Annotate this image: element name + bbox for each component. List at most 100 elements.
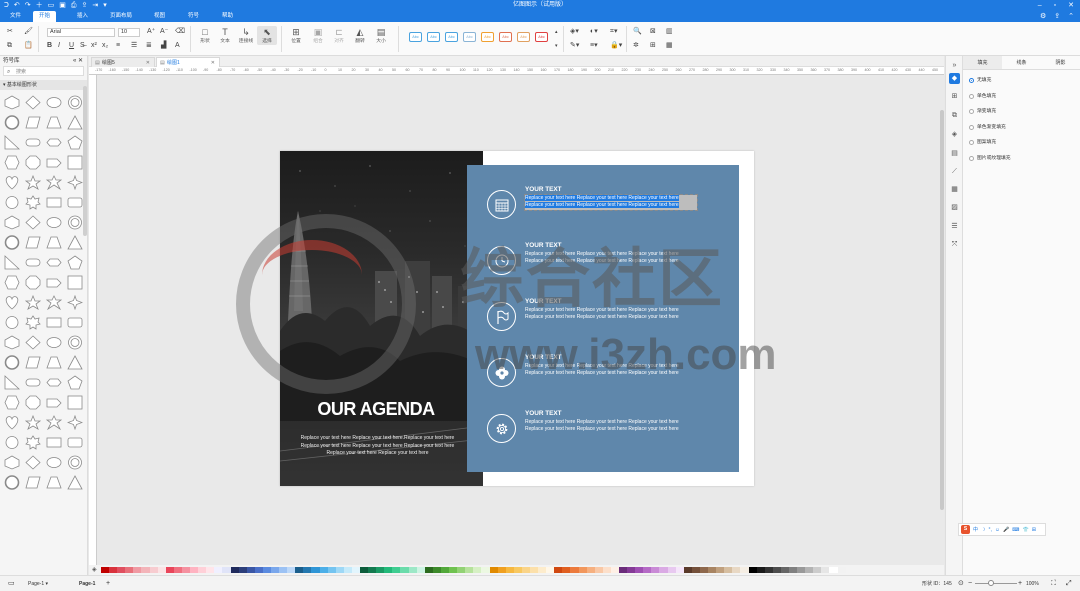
color-swatch[interactable] bbox=[238, 567, 247, 573]
color-swatch[interactable] bbox=[457, 567, 466, 573]
color-swatch[interactable] bbox=[173, 567, 182, 573]
fill-color-icon[interactable]: ◈▾ bbox=[570, 28, 579, 36]
subscript-icon[interactable]: x₂ bbox=[102, 42, 108, 50]
category-basic-shapes[interactable]: ▾ 基本绘图形状 bbox=[0, 80, 87, 90]
fill-option-solid[interactable]: 单色填充 bbox=[963, 89, 1080, 105]
color-swatch[interactable] bbox=[214, 567, 223, 573]
color-swatch[interactable] bbox=[748, 567, 757, 573]
color-swatch[interactable] bbox=[270, 567, 280, 573]
agenda-title[interactable]: OUR AGENDA bbox=[280, 399, 472, 420]
line-weight-icon[interactable]: ≡▾ bbox=[590, 42, 598, 50]
color-swatch[interactable] bbox=[732, 567, 741, 573]
line-color-icon[interactable]: ✎▾ bbox=[570, 42, 579, 50]
fill-icon[interactable]: ◆ bbox=[949, 73, 960, 84]
shape-style-icon[interactable]: ◐▾ bbox=[590, 28, 598, 36]
settings-icon[interactable]: ⚙ bbox=[1040, 11, 1046, 22]
library-shape[interactable] bbox=[64, 94, 85, 111]
radio-icon[interactable] bbox=[969, 93, 974, 99]
library-shape[interactable] bbox=[43, 314, 64, 331]
maximize-icon[interactable]: ▫ bbox=[1054, 0, 1056, 11]
page-view-icon[interactable]: ▭ bbox=[8, 576, 15, 591]
menu-symbols[interactable]: 符号 bbox=[182, 11, 205, 22]
color-swatch[interactable] bbox=[222, 567, 231, 573]
style-box-6[interactable]: Abc bbox=[499, 32, 512, 42]
library-shape[interactable] bbox=[1, 274, 22, 291]
fullscreen-icon[interactable]: ⤧ bbox=[949, 239, 960, 250]
page-tab[interactable]: Page-1 bbox=[79, 576, 95, 591]
page-selector[interactable]: Page-1 ▾ bbox=[28, 576, 48, 591]
grid-icon[interactable]: ⊞ bbox=[949, 91, 960, 102]
size-button[interactable]: ▤ 大小 bbox=[371, 26, 391, 45]
strikethrough-icon[interactable]: S̶ bbox=[80, 42, 85, 50]
format-painter-icon[interactable]: 🖌 bbox=[24, 28, 33, 36]
canvas-vertical-scrollbar[interactable] bbox=[940, 110, 944, 510]
radio-icon[interactable] bbox=[969, 109, 974, 114]
library-shape[interactable] bbox=[1, 214, 22, 231]
color-swatch[interactable] bbox=[708, 567, 717, 573]
library-shape[interactable] bbox=[43, 274, 64, 291]
crop-icon[interactable]: ⌗▾ bbox=[610, 28, 617, 36]
library-shape[interactable] bbox=[1, 414, 22, 431]
library-shape[interactable] bbox=[43, 254, 64, 271]
library-shape[interactable] bbox=[64, 294, 85, 311]
font-color-icon[interactable]: A bbox=[175, 42, 180, 50]
color-swatch[interactable] bbox=[497, 567, 506, 573]
library-shape[interactable] bbox=[22, 214, 43, 231]
color-swatch[interactable] bbox=[311, 567, 320, 573]
color-swatch[interactable] bbox=[659, 567, 668, 573]
color-swatch[interactable] bbox=[756, 567, 765, 573]
radio-icon[interactable] bbox=[969, 155, 974, 161]
color-swatch[interactable] bbox=[473, 567, 482, 573]
library-shape[interactable] bbox=[1, 154, 22, 171]
library-shape[interactable] bbox=[64, 174, 85, 191]
color-swatch[interactable] bbox=[683, 567, 692, 573]
color-swatch[interactable] bbox=[343, 567, 352, 573]
menu-file[interactable]: 文件 bbox=[4, 11, 27, 22]
image-icon[interactable]: ▨ bbox=[949, 202, 960, 213]
color-swatch[interactable] bbox=[554, 567, 563, 573]
library-shape[interactable] bbox=[22, 454, 43, 471]
library-shape[interactable] bbox=[64, 114, 85, 131]
font-size-select[interactable]: 10 bbox=[118, 28, 140, 37]
library-shape[interactable] bbox=[1, 454, 22, 471]
zoom-slider[interactable] bbox=[975, 583, 1017, 584]
style-box-5[interactable]: Abc bbox=[481, 32, 494, 42]
text-align-icon[interactable]: ≣ bbox=[146, 42, 152, 50]
library-shape[interactable] bbox=[22, 334, 43, 351]
radio-icon[interactable] bbox=[969, 124, 974, 130]
color-swatch[interactable] bbox=[716, 567, 725, 573]
color-swatch[interactable] bbox=[675, 567, 684, 573]
color-swatch[interactable] bbox=[424, 567, 433, 573]
library-shape[interactable] bbox=[43, 194, 64, 211]
color-swatch[interactable] bbox=[610, 567, 619, 573]
shape-tool-button[interactable]: □ 形状 bbox=[195, 26, 215, 45]
library-shape[interactable] bbox=[43, 234, 64, 251]
library-shape[interactable] bbox=[64, 414, 85, 431]
fullscreen-toggle-icon[interactable]: ⤢ bbox=[1066, 576, 1072, 591]
color-swatch[interactable] bbox=[821, 567, 830, 573]
library-shape[interactable] bbox=[64, 394, 85, 411]
library-shape[interactable] bbox=[22, 254, 43, 271]
library-shape[interactable] bbox=[22, 234, 43, 251]
color-swatch[interactable] bbox=[643, 567, 652, 573]
style-box-8[interactable]: Abc bbox=[535, 32, 548, 42]
color-swatch[interactable] bbox=[376, 567, 385, 573]
library-shape[interactable] bbox=[43, 394, 64, 411]
ime-toolbar[interactable]: S 中 ☽ °, ☺ 🎤 ⌨ 👕 ⊞ bbox=[958, 523, 1046, 536]
library-shape[interactable] bbox=[1, 194, 22, 211]
collapse-ribbon-icon[interactable]: ⌃ bbox=[1068, 11, 1074, 22]
item-text-selected[interactable]: Replace your text here Replace your text… bbox=[524, 194, 698, 211]
color-swatch[interactable] bbox=[570, 567, 579, 573]
library-shape[interactable] bbox=[43, 174, 64, 191]
color-swatch[interactable] bbox=[740, 567, 749, 573]
zoom-out-icon[interactable]: − bbox=[968, 576, 972, 591]
color-swatch[interactable] bbox=[691, 567, 700, 573]
library-shape[interactable] bbox=[1, 474, 22, 491]
color-swatch[interactable] bbox=[279, 567, 288, 573]
color-swatch[interactable] bbox=[465, 567, 474, 573]
group-button[interactable]: ▣ 组合 bbox=[308, 26, 328, 45]
style-scroll-up-icon[interactable]: ▴ bbox=[555, 28, 558, 36]
library-shape[interactable] bbox=[22, 274, 43, 291]
library-shape[interactable] bbox=[22, 474, 43, 491]
color-swatch[interactable] bbox=[797, 567, 806, 573]
